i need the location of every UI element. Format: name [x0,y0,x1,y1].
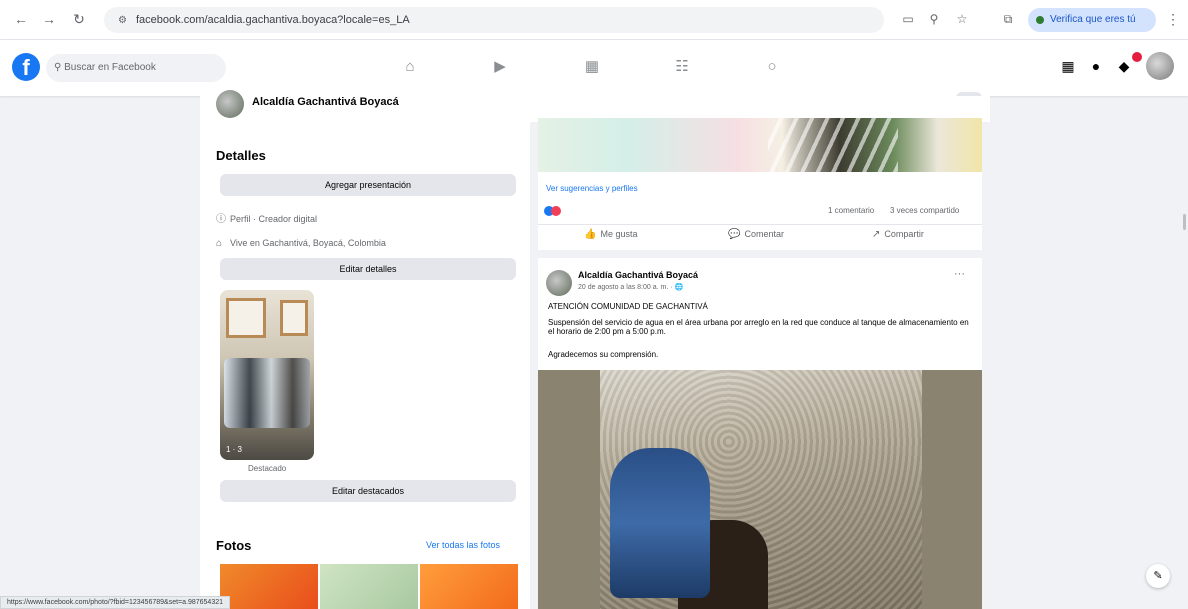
profile-verify-chip[interactable]: Verifica que eres tú [1028,8,1156,32]
profile-avatar[interactable] [216,90,244,118]
comment-icon: 💬 [728,229,741,240]
share-button[interactable]: ↗ Compartir [872,229,924,240]
like-label: Me gusta [600,229,638,239]
zoom-icon[interactable]: ⚲ [926,12,942,26]
photo-thumbnail[interactable] [220,564,318,609]
featured-people-graphic [224,358,310,428]
featured-window-graphic [280,300,308,336]
profile-name[interactable]: Alcaldía Gachantivá Boyacá [252,96,399,108]
video-tab-icon[interactable]: ▶ [488,54,512,80]
post-card: Alcaldía Gachantivá Boyacá 20 de agosto … [538,258,982,609]
status-bar-url: https://www.facebook.com/photo/?fbid=123… [0,596,230,609]
photos-title: Fotos [216,538,252,553]
profile-chip-label: Verifica que eres tú [1050,14,1136,25]
featured-story-card[interactable]: 1 · 3 [220,290,314,460]
messenger-icon[interactable]: ● [1086,56,1106,76]
gaming-tab-icon[interactable]: ○ [760,54,784,80]
see-all-photos-link[interactable]: Ver todas las fotos [426,540,500,550]
browser-menu-icon[interactable]: ⋮ [1166,11,1180,28]
post-banner-image[interactable] [538,118,982,172]
site-info-icon[interactable]: ⚙ [118,8,130,34]
share-icon: ↗ [872,229,881,240]
like-button[interactable]: 👍 Me gusta [584,229,637,240]
post-timestamp[interactable]: 20 de agosto a las 8:00 a. m. · 🌐 [578,283,683,291]
address-bar[interactable]: ⚙ facebook.com/acaldia.gachantiva.boyaca?… [104,7,884,33]
share-label: Compartir [884,229,924,239]
reload-icon[interactable]: ↻ [70,11,88,28]
photos-grid [220,564,518,609]
marketplace-tab-icon[interactable]: ▦ [580,54,604,80]
location-row: ⌂ Vive en Gachantivá, Boyacá, Colombia [216,238,386,249]
post-actions: 👍 Me gusta 💬 Comentar ↗ Compartir [538,224,982,246]
post-text-body: Suspensión del servicio de agua en el ár… [548,318,969,336]
page-type-row: ⓘ Perfil · Creador digital [216,210,317,225]
post-text-footer: Agradecemos su comprensión. [548,350,659,359]
location-text: Vive en Gachantivá, Boyacá, Colombia [230,238,386,248]
edit-featured-button[interactable]: Editar destacados [220,480,516,502]
extensions-icon[interactable]: ⧉ [1000,12,1016,27]
like-icon: 👍 [584,229,597,240]
status-dot-icon [1036,16,1044,24]
edit-details-button[interactable]: Editar detalles [220,258,516,280]
page-type-text: Perfil · Creador digital [230,214,318,224]
details-title: Detalles [216,148,266,163]
forward-icon[interactable]: → [40,11,58,27]
featured-count: 1 · 3 [226,445,243,454]
posts-feed: Ver sugerencias y perfiles 1 comentario … [538,96,982,609]
account-avatar[interactable] [1146,52,1174,80]
compose-message-icon[interactable]: ✎ [1146,564,1170,588]
browser-toolbar: ← → ↻ ⚙ facebook.com/acaldia.gachantiva.b… [0,0,1188,40]
scrollbar-thumb[interactable] [1183,214,1186,230]
menu-grid-icon[interactable]: ▦ [1058,56,1078,76]
post-options-icon[interactable]: ··· [954,268,965,280]
share-count[interactable]: 3 veces compartido [890,206,959,215]
back-icon[interactable]: ← [12,11,30,27]
featured-label: Destacado [248,464,287,473]
home-tab-icon[interactable]: ⌂ [398,54,422,80]
post-author-avatar[interactable] [546,270,572,296]
waterfall-graphic [768,118,898,172]
intro-column: Detalles Agregar presentación ⓘ Perfil · … [200,122,530,609]
search-placeholder: Buscar en Facebook [64,62,156,73]
facebook-search-input[interactable]: ⚲ Buscar en Facebook [46,54,226,82]
photo-thumbnail[interactable] [320,564,418,609]
photo-thumbnail[interactable] [420,564,518,609]
url-text: facebook.com/acaldia.gachantiva.boyaca?l… [136,14,410,26]
info-icon: ⓘ [216,214,226,225]
love-reaction-icon [551,206,561,216]
comment-count[interactable]: 1 comentario [828,206,874,215]
previous-post-card: Ver sugerencias y perfiles 1 comentario … [538,96,982,250]
notification-badge [1132,52,1142,62]
suggestions-link[interactable]: Ver sugerencias y perfiles [546,184,638,193]
post-photo[interactable] [538,370,982,609]
post-text-heading: ATENCIÓN COMUNIDAD DE GACHANTIVÁ [548,302,708,311]
comment-label: Comentar [744,229,784,239]
post-author[interactable]: Alcaldía Gachantivá Boyacá [578,270,698,280]
facebook-logo-icon[interactable]: f [12,53,40,81]
groups-tab-icon[interactable]: ☷ [670,54,694,80]
comment-button[interactable]: 💬 Comentar [728,229,784,240]
search-icon: ⚲ [54,62,65,73]
photo-right-margin [922,370,982,609]
featured-window-graphic [226,298,266,338]
bookmark-icon[interactable]: ☆ [954,12,970,26]
notifications-icon[interactable]: ◆ [1114,56,1134,76]
photo-left-margin [538,370,600,609]
home-icon: ⌂ [216,238,223,249]
cast-icon[interactable]: ▭ [900,12,916,26]
worker-graphic [610,448,710,598]
reactions-icons[interactable] [544,206,561,218]
add-presentation-button[interactable]: Agregar presentación [220,174,516,196]
